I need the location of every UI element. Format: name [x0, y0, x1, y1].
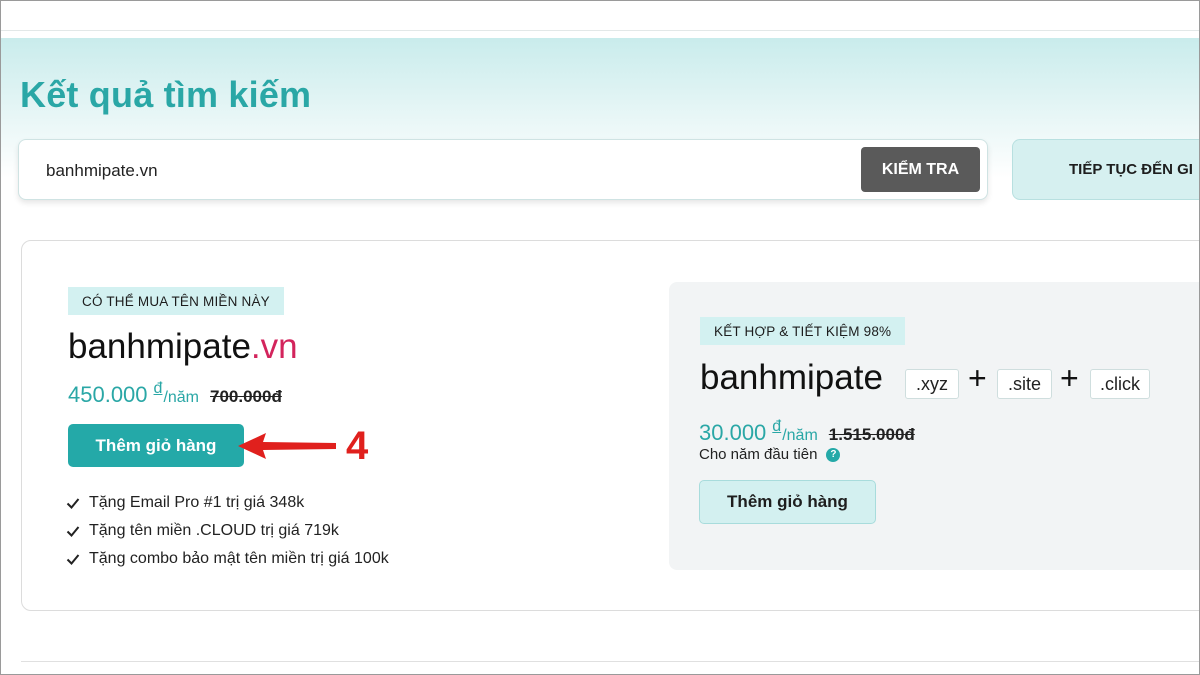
add-to-cart-button[interactable]: Thêm giỏ hàng	[68, 424, 244, 467]
benefit-item: Tặng combo bảo mật tên miền trị giá 100k	[66, 545, 389, 573]
check-icon	[66, 526, 80, 537]
combo-badge: KẾT HỢP & TIẾT KIỆM 98%	[700, 317, 906, 345]
first-year-text: Cho năm đầu tiên	[699, 446, 818, 463]
help-icon[interactable]: ?	[826, 447, 841, 462]
benefit-item: Tặng Email Pro #1 trị giá 348k	[66, 489, 389, 517]
check-icon	[66, 498, 80, 509]
search-input[interactable]	[46, 159, 826, 183]
domain-extension: .vn	[250, 327, 298, 366]
price-row: 450.000 đ /năm 700.000đ	[68, 380, 282, 408]
plus-sign: +	[968, 360, 987, 396]
tld-chip-xyz: .xyz	[905, 369, 959, 399]
tld-chip-site: .site	[997, 369, 1052, 399]
step-number: 4	[346, 424, 369, 468]
currency-symbol: đ	[153, 380, 163, 397]
price-period: /năm	[782, 427, 818, 444]
check-icon	[66, 554, 80, 565]
benefit-item: Tặng tên miền .CLOUD trị giá 719k	[66, 517, 389, 545]
price-original: 700.000đ	[210, 387, 282, 406]
continue-to-cart-button[interactable]: TIẾP TỤC ĐẾN GI	[1012, 139, 1200, 200]
benefits-list: Tặng Email Pro #1 trị giá 348k Tặng tên …	[66, 489, 389, 573]
domain-base: banhmipate	[68, 327, 251, 366]
price-period: /năm	[163, 389, 200, 406]
red-arrow-annotation	[238, 433, 336, 459]
currency-symbol: đ	[772, 418, 782, 435]
combo-price-original: 1.515.000đ	[828, 425, 915, 444]
benefit-text: Tặng combo bảo mật tên miền trị giá 100k	[89, 550, 389, 567]
benefit-text: Tặng tên miền .CLOUD trị giá 719k	[89, 522, 339, 539]
bottom-divider	[21, 661, 1200, 662]
search-bar: KIỂM TRA	[18, 139, 988, 200]
combo-price-row: 30.000 đ /năm 1.515.000đ	[699, 418, 915, 446]
combo-domain-name: banhmipate	[700, 358, 883, 397]
price-current: 450.000	[68, 382, 148, 407]
tld-chip-click: .click	[1090, 369, 1150, 399]
first-year-note: Cho năm đầu tiên ?	[699, 446, 841, 463]
domain-name: banhmipate.vn	[68, 327, 298, 367]
top-divider	[0, 30, 1200, 31]
combo-price-current: 30.000	[699, 420, 767, 445]
combo-add-to-cart-button[interactable]: Thêm giỏ hàng	[699, 480, 876, 524]
page-title: Kết quả tìm kiếm	[20, 74, 312, 115]
available-badge: CÓ THỂ MUA TÊN MIỀN NÀY	[68, 287, 284, 315]
plus-sign: +	[1060, 360, 1079, 396]
check-button[interactable]: KIỂM TRA	[861, 147, 980, 192]
benefit-text: Tặng Email Pro #1 trị giá 348k	[89, 494, 305, 511]
